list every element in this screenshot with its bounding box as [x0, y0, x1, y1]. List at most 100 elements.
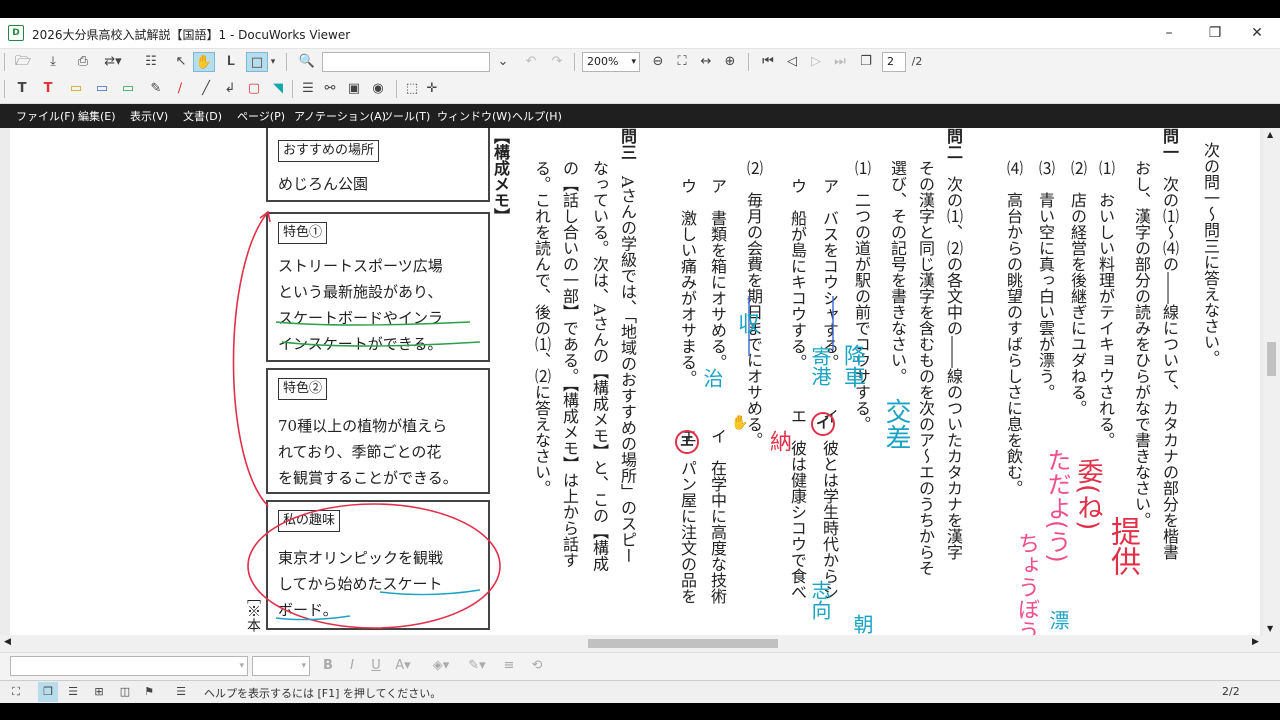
menu-help[interactable]: ヘルプ(H) — [512, 108, 562, 124]
find-next-icon[interactable]: ↷ — [546, 52, 568, 72]
pen-icon[interactable]: ✎ — [146, 79, 166, 99]
underline-icon[interactable]: U — [368, 656, 384, 676]
search-icon[interactable]: 🔍 — [296, 52, 318, 72]
scroll-down-icon[interactable]: ▼ — [1267, 624, 1273, 633]
send-icon[interactable]: ⇄▾ — [100, 52, 126, 72]
restore-button[interactable]: ❐ — [1192, 18, 1238, 48]
toolbar-separator — [748, 53, 749, 71]
bold-icon[interactable]: B — [320, 656, 336, 676]
fit-page-icon[interactable]: ⛶ — [672, 52, 692, 72]
horizontal-scrollbar[interactable]: ◀ ▶ — [0, 635, 1280, 652]
arrow-icon[interactable]: ↲ — [220, 79, 240, 99]
hand-tool-icon[interactable]: ✋ — [193, 52, 215, 72]
fullscreen-icon[interactable]: ⛶ — [8, 682, 24, 702]
page-stamp-icon[interactable]: ▣ — [344, 79, 364, 99]
highlighter-green-icon[interactable]: ▭ — [118, 79, 138, 99]
rotate-icon[interactable]: ⟲ — [528, 656, 546, 676]
toolbar-separator — [574, 53, 575, 71]
sticky-note-icon[interactable]: ◥ — [268, 79, 288, 99]
download-icon[interactable]: ⤓ — [42, 52, 64, 72]
find-previous-icon[interactable]: ↶ — [520, 52, 542, 72]
toolbar-separator — [396, 80, 397, 98]
menu-bar: ファイル(F) 編集(E) 表示(V) 文書(D) ページ(P) アノテーション… — [0, 104, 1280, 128]
search-dropdown-icon[interactable]: ⌄ — [494, 52, 512, 72]
red-text-tool-icon[interactable]: T — [38, 79, 58, 99]
line-icon[interactable]: ╱ — [196, 79, 216, 99]
menu-view[interactable]: 表示(V) — [130, 108, 168, 124]
red-pen-icon[interactable]: ∕ — [170, 79, 190, 99]
search-input[interactable] — [322, 52, 490, 72]
italic-icon[interactable]: I — [344, 656, 360, 676]
handwritten-answer: 交差 — [881, 398, 911, 450]
annotation-dropdown-icon[interactable]: ▾ — [268, 52, 278, 72]
scroll-thumb[interactable] — [1267, 342, 1276, 376]
format-toolbar: ▾ ▾ B I U A▾ ◈▾ ✎▾ ≡ ⟲ — [0, 652, 1280, 680]
text-tool-icon[interactable]: T — [12, 79, 32, 99]
red-arrow-stroke — [232, 211, 269, 507]
outline-view-icon[interactable]: ☰ — [64, 682, 82, 702]
page-number-input[interactable]: 2 — [882, 52, 906, 72]
fill-color-icon[interactable]: ◈▾ — [430, 656, 452, 676]
chevron-down-icon: ▾ — [239, 661, 244, 671]
teal-underline — [379, 589, 481, 596]
hand-cursor-icon: ✋ — [731, 415, 749, 431]
zoom-out-icon[interactable]: ⊖ — [648, 52, 668, 72]
last-page-icon[interactable]: ⏭ — [830, 52, 850, 72]
first-page-icon[interactable]: ⏮ — [758, 52, 778, 72]
menu-annotation[interactable]: アノテーション(A) — [294, 108, 386, 124]
minimize-button[interactable]: – — [1146, 18, 1192, 48]
scroll-up-icon[interactable]: ▲ — [1267, 130, 1273, 139]
handwritten-answer: 朝 — [850, 614, 874, 634]
green-underline — [275, 321, 471, 326]
menu-tools[interactable]: ツール(T) — [382, 108, 430, 124]
vertical-scrollbar[interactable]: ▲ ▼ — [1263, 128, 1280, 635]
highlighter-yellow-icon[interactable]: ▭ — [66, 79, 86, 99]
font-color-icon[interactable]: A▾ — [392, 656, 414, 676]
line-color-icon[interactable]: ✎▾ — [466, 656, 488, 676]
link-icon[interactable]: ⚯ — [320, 79, 340, 99]
window-frame-icon[interactable]: ⬚ — [402, 79, 422, 99]
select-arrow-icon[interactable]: ↖ — [170, 52, 192, 72]
scroll-right-icon[interactable]: ▶ — [1252, 637, 1259, 647]
date-stamp-icon[interactable]: ☰ — [298, 79, 318, 99]
menu-window[interactable]: ウィンドウ(W) — [437, 108, 511, 124]
zoom-in-icon[interactable]: ⊕ — [720, 52, 740, 72]
text-select-icon[interactable]: 𝐋 — [220, 52, 242, 72]
toolbar-grip — [4, 53, 5, 71]
document-area[interactable]: 次の問一～問三に答えなさい。 問一 次の⑴～⑷の――線について、カタカナの部分を… — [0, 128, 1280, 635]
zoom-select[interactable]: 200% ▾ — [582, 52, 640, 72]
scroll-left-icon[interactable]: ◀ — [4, 637, 11, 647]
next-page-icon[interactable]: ▷ — [806, 52, 826, 72]
page-list-icon[interactable]: ❐ — [856, 52, 876, 72]
highlighter-blue-icon[interactable]: ▭ — [92, 79, 112, 99]
scroll-thumb[interactable] — [588, 639, 778, 648]
open-folder-icon[interactable]: 🗁 — [12, 52, 34, 72]
menu-edit[interactable]: 編集(E) — [78, 108, 116, 124]
menu-document[interactable]: 文書(D) — [183, 108, 222, 124]
menu-file[interactable]: ファイル(F) — [16, 108, 75, 124]
toolbar-separator — [286, 53, 287, 71]
spread-view-icon[interactable]: ◫ — [116, 682, 134, 702]
page-view-icon[interactable]: ❐ — [38, 682, 58, 702]
thumbnail-view-icon[interactable]: ⊞ — [90, 682, 108, 702]
shape-icon[interactable]: ▢ — [244, 79, 264, 99]
print-icon[interactable]: ⎙ — [72, 52, 94, 72]
handwritten-answer: 治 — [700, 368, 724, 388]
close-button[interactable]: ✕ — [1234, 18, 1280, 48]
green-underline — [281, 341, 481, 347]
annotation-view-icon[interactable]: ⚑ — [142, 682, 156, 702]
toolbar-grip — [4, 80, 5, 98]
document-page[interactable]: 次の問一～問三に答えなさい。 問一 次の⑴～⑷の――線について、カタカナの部分を… — [10, 128, 1260, 635]
chevron-down-icon: ▾ — [301, 661, 306, 671]
seal-icon[interactable]: ◉ — [368, 79, 388, 99]
font-family-select[interactable]: ▾ — [10, 656, 248, 676]
properties-icon[interactable]: ☷ — [140, 52, 162, 72]
line-style-icon[interactable]: ≡ — [500, 656, 518, 676]
previous-page-icon[interactable]: ◁ — [782, 52, 802, 72]
font-size-select[interactable]: ▾ — [252, 656, 310, 676]
move-icon[interactable]: ✛ — [422, 79, 442, 99]
menu-page[interactable]: ページ(P) — [237, 108, 285, 124]
fit-width-icon[interactable]: ↔ — [696, 52, 716, 72]
annotation-select-icon[interactable]: □ — [246, 52, 268, 72]
zoom-value: 200% — [587, 55, 619, 68]
